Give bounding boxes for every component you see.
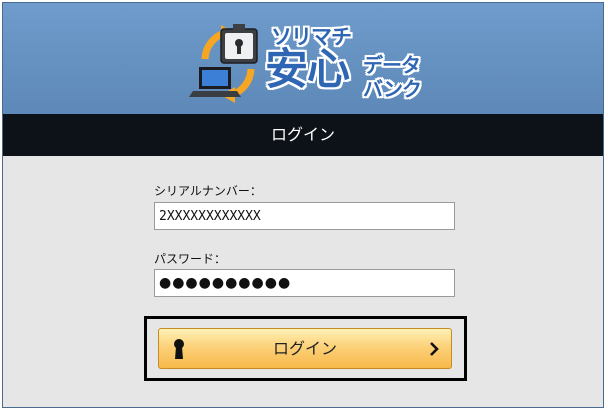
logo-sub-text-bottom: バンク bbox=[363, 77, 422, 101]
login-button-focus-ring: ログイン bbox=[144, 316, 467, 381]
password-input[interactable] bbox=[154, 269, 455, 297]
password-label: パスワード： bbox=[154, 252, 227, 266]
serial-number-label: シリアルナンバー： bbox=[154, 184, 262, 198]
login-button-label: ログイン bbox=[272, 339, 337, 358]
app-logo: ソリマチ 安心 データ バンク bbox=[185, 19, 435, 105]
serial-number-input[interactable] bbox=[154, 202, 455, 230]
logo-main-text: 安心 bbox=[265, 45, 350, 95]
page-title: ログイン bbox=[3, 114, 603, 156]
header-banner: ソリマチ 安心 データ バンク bbox=[3, 3, 603, 114]
login-panel: ソリマチ 安心 データ バンク ログイン シリアルナンバー： パスワード： ログ… bbox=[2, 2, 604, 408]
chevron-right-icon bbox=[430, 342, 439, 356]
login-button[interactable]: ログイン bbox=[158, 328, 452, 369]
